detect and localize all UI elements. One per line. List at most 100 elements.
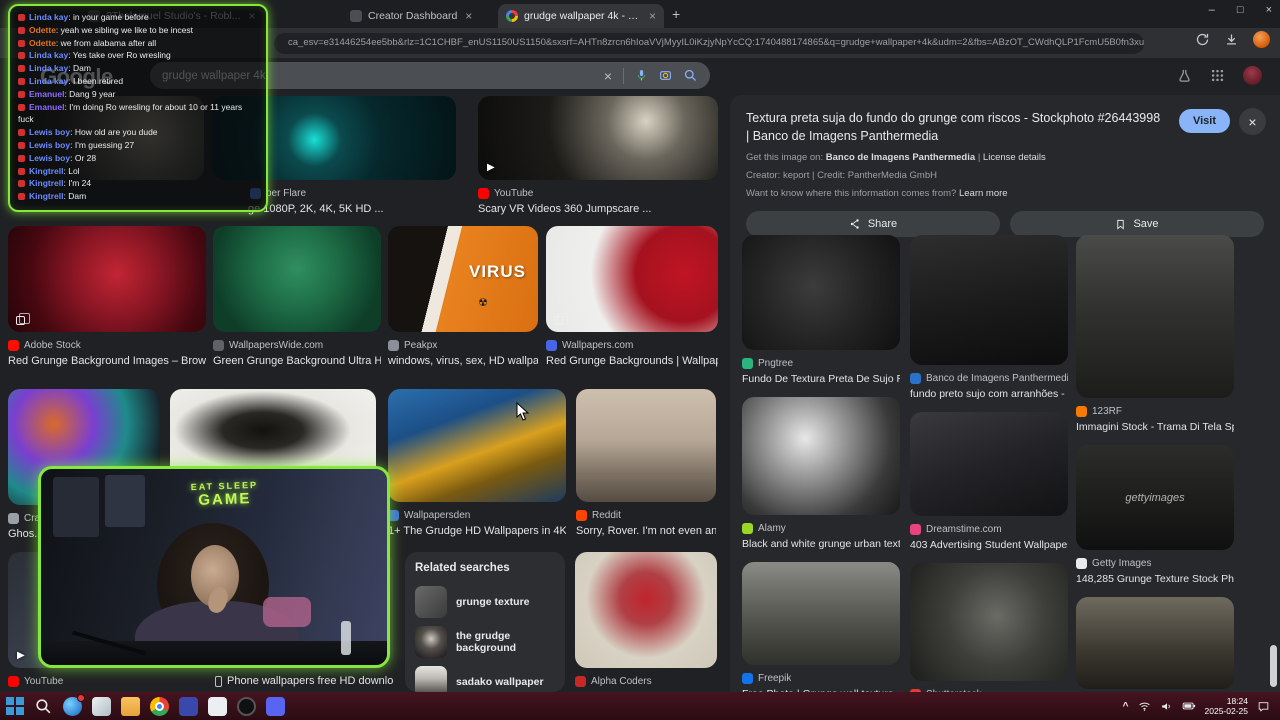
panel-result[interactable]: gettyimages Getty Images 148,285 Grunge … — [1076, 445, 1234, 585]
taskbar-app-steam[interactable] — [179, 696, 198, 716]
battery-icon[interactable] — [1182, 699, 1196, 713]
search-icon[interactable] — [683, 68, 698, 83]
close-panel-icon[interactable]: × — [1239, 108, 1266, 135]
image-title[interactable]: Textura preta suja do fundo do grunge co… — [746, 110, 1166, 145]
result-thumbnail[interactable] — [576, 389, 716, 502]
tab-google-search[interactable]: grudge wallpaper 4k - Google ... × — [498, 4, 664, 28]
result-title[interactable]: 148,285 Grunge Texture Stock Phot... — [1076, 573, 1234, 585]
search-result[interactable]: Alpha Coders — [575, 552, 717, 687]
result-title[interactable]: 1+ The Grudge HD Wallpapers in 4K ... — [388, 525, 566, 537]
search-result[interactable]: Reddit Sorry, Rover. I'm not even angr..… — [576, 389, 716, 537]
result-title[interactable]: Sorry, Rover. I'm not even angr... — [576, 525, 716, 537]
sync-icon[interactable] — [1195, 32, 1210, 47]
result-thumbnail[interactable]: gettyimages — [1076, 445, 1234, 550]
search-result[interactable]: Adobe Stock Red Grunge Background Images… — [8, 226, 206, 367]
search-result[interactable]: Wallpapersden 1+ The Grudge HD Wallpaper… — [388, 389, 566, 537]
taskbar-clock[interactable]: 18:24 2025-02-25 — [1205, 696, 1248, 716]
panel-result[interactable]: Dreamstime.com 403 Advertising Student W… — [910, 412, 1068, 551]
taskbar-app-notes[interactable] — [208, 696, 227, 716]
panel-result[interactable]: Shutterstock — [910, 563, 1068, 692]
result-thumbnail[interactable] — [213, 226, 381, 332]
related-search-item[interactable]: the grudge background — [415, 622, 555, 662]
result-title[interactable]: Red Grunge Backgrounds | Wallpape... — [546, 355, 718, 367]
downloads-icon[interactable] — [1224, 32, 1239, 47]
result-thumbnail[interactable] — [742, 562, 900, 665]
taskbar-app-file-explorer[interactable] — [121, 696, 140, 716]
save-button[interactable]: Save — [1010, 211, 1264, 237]
chat-username[interactable]: Lewis boy — [29, 140, 75, 150]
start-button[interactable] — [6, 697, 24, 715]
result-title[interactable]: ge 1080P, 2K, 4K, 5K HD ... — [248, 203, 456, 215]
window-minimize-button[interactable]: – — [1209, 4, 1215, 16]
learn-more-link[interactable]: Learn more — [959, 188, 1008, 199]
tray-expand-icon[interactable]: ^ — [1123, 701, 1129, 712]
result-title[interactable]: windows, virus, sex, HD wallpa... — [388, 355, 538, 367]
share-button[interactable]: Share — [746, 211, 1000, 237]
result-title[interactable]: Scary VR Videos 360 Jumpscare ... — [478, 203, 718, 215]
result-thumbnail[interactable] — [1076, 235, 1234, 398]
taskbar-app-mail[interactable] — [92, 696, 111, 716]
browser-profile-avatar[interactable] — [1253, 31, 1270, 48]
chat-username[interactable]: Lewis boy — [29, 153, 75, 163]
account-avatar[interactable] — [1243, 66, 1262, 85]
window-close-button[interactable]: × — [1266, 4, 1272, 16]
chat-username[interactable]: Odette — [29, 38, 61, 48]
result-thumbnail[interactable]: ▶ — [478, 96, 718, 180]
result-thumbnail[interactable] — [910, 412, 1068, 516]
visit-button[interactable]: Visit — [1178, 109, 1230, 133]
notification-center-icon[interactable] — [1257, 700, 1270, 713]
google-lens-icon[interactable] — [659, 69, 672, 82]
chat-username[interactable]: Linda kay — [29, 50, 73, 60]
result-thumbnail[interactable] — [1076, 597, 1234, 689]
taskbar-app-discord[interactable] — [266, 696, 285, 716]
search-result[interactable]: ▶ YouTube Scary VR Videos 360 Jumpscare … — [478, 96, 718, 215]
result-thumbnail[interactable] — [742, 235, 900, 350]
result-thumbnail[interactable] — [575, 552, 717, 668]
chat-username[interactable]: Lewis boy — [29, 127, 75, 137]
wifi-icon[interactable] — [1138, 700, 1151, 713]
result-title[interactable]: Green Grunge Background Ultra HD ... — [213, 355, 381, 367]
license-details-link[interactable]: License details — [983, 152, 1046, 163]
chat-username[interactable]: Kingtrell — [29, 166, 68, 176]
tab-creator-dashboard[interactable]: Creator Dashboard × — [342, 4, 492, 28]
result-title[interactable]: Fundo De Textura Preta De Sujo Ris... — [742, 373, 900, 385]
result-title[interactable]: Immagini Stock - Trama Di Tela Spo... — [1076, 421, 1234, 433]
chat-username[interactable]: Kingtrell — [29, 191, 68, 201]
chat-username[interactable]: Kingtrell — [29, 178, 68, 188]
result-title[interactable]: Phone wallpapers free HD download for mo… — [227, 675, 393, 687]
close-tab-icon[interactable]: × — [465, 9, 472, 23]
taskbar-app-browser[interactable] — [63, 693, 85, 716]
result-title[interactable]: Red Grunge Background Images – Brows... — [8, 355, 206, 367]
result-thumbnail[interactable]: VIRUS ☢ — [388, 226, 538, 332]
panel-result[interactable]: Banco de Imagens Panthermedia fundo pret… — [910, 235, 1068, 400]
taskbar-app-obs[interactable] — [237, 696, 256, 716]
meta-source[interactable]: Banco de Imagens Panthermedia — [826, 152, 975, 163]
voice-search-icon[interactable] — [635, 69, 648, 82]
close-tab-icon[interactable]: × — [649, 9, 656, 23]
result-title[interactable]: fundo preto sujo com arranhões - St... — [910, 388, 1068, 400]
panel-result[interactable]: 123RF Immagini Stock - Trama Di Tela Spo… — [1076, 235, 1234, 433]
chat-username[interactable]: Odette — [29, 25, 61, 35]
volume-icon[interactable] — [1160, 700, 1173, 713]
result-thumbnail[interactable] — [742, 397, 900, 515]
google-apps-icon[interactable] — [1210, 68, 1225, 83]
taskbar-app-chrome[interactable] — [150, 696, 169, 716]
search-result[interactable]: WallpapersWide.com Green Grunge Backgrou… — [213, 226, 381, 367]
search-result[interactable]: Wallpapers.com Red Grunge Backgrounds | … — [546, 226, 718, 367]
related-search-item[interactable]: grunge texture — [415, 582, 555, 622]
search-labs-icon[interactable] — [1177, 68, 1192, 83]
address-bar[interactable]: ca_esv=e31446254ee5bb&rlz=1C1CHBF_enUS11… — [274, 33, 1144, 54]
search-result[interactable]: VIRUS ☢ Peakpx windows, virus, sex, HD w… — [388, 226, 538, 367]
new-tab-button[interactable]: + — [672, 6, 680, 22]
result-thumbnail[interactable] — [388, 389, 566, 502]
clear-search-icon[interactable]: × — [604, 68, 612, 84]
result-thumbnail[interactable] — [8, 226, 206, 332]
chat-username[interactable]: Emanuel — [29, 102, 69, 112]
taskbar-search-button[interactable] — [34, 697, 53, 716]
result-thumbnail[interactable] — [546, 226, 718, 332]
chat-username[interactable]: Emanuel — [29, 89, 69, 99]
related-search-item[interactable]: sadako wallpaper — [415, 662, 555, 692]
result-title[interactable]: 403 Advertising Student Wallpaper ... — [910, 539, 1068, 551]
window-maximize-button[interactable]: □ — [1237, 4, 1244, 16]
result-thumbnail[interactable] — [910, 235, 1068, 365]
